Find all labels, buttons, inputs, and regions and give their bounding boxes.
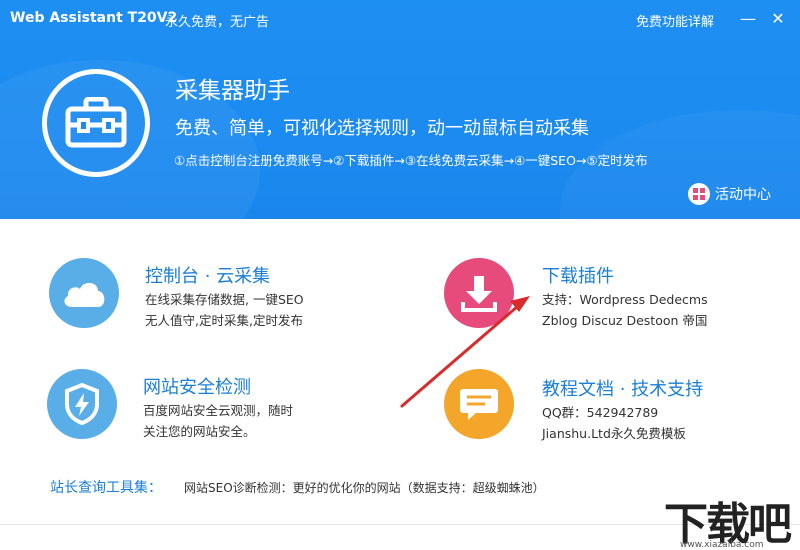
- gift-icon: [688, 183, 710, 205]
- app-window: Web Assistant T20V2 永久免费，无广告 免费功能详解 — ✕ …: [0, 0, 800, 550]
- plugin-desc-line-1: 支持：Wordpress Dedecms: [542, 292, 708, 307]
- console-desc-line-1: 在线采集存储数据, 一键SEO: [145, 292, 304, 307]
- webmaster-tools-link[interactable]: 站长查询工具集：: [50, 477, 162, 497]
- console-desc-line-2: 无人值守,定时采集,定时发布: [145, 313, 303, 328]
- shield-icon[interactable]: [47, 369, 117, 439]
- security-desc-line-1: 百度网站安全云观测，随时: [143, 403, 294, 418]
- cloud-icon[interactable]: [49, 258, 119, 328]
- close-button[interactable]: ✕: [768, 8, 788, 28]
- plugin-desc-line-2: Zblog Discuz Destoon 帝国: [542, 313, 708, 328]
- toolbox-icon: [42, 69, 150, 177]
- download-icon[interactable]: [444, 258, 514, 328]
- minimize-button[interactable]: —: [738, 8, 758, 28]
- seo-diagnosis-link[interactable]: 网站SEO诊断检测：更好的优化你的网站（数据支持：超级蜘蛛池）: [184, 479, 545, 496]
- download-plugin-link[interactable]: 下载插件: [542, 262, 614, 288]
- docs-desc-line-2: Jianshu.Ltd永久免费模板: [542, 426, 686, 441]
- hero-steps: ①点击控制台注册免费账号→②下载插件→③在线免费云采集→④一键SEO→⑤定时发布: [174, 153, 648, 168]
- feature-details-link[interactable]: 免费功能详解: [636, 11, 714, 30]
- activity-center-label: 活动中心: [715, 187, 771, 203]
- header-banner: Web Assistant T20V2 永久免费，无广告 免费功能详解 — ✕ …: [0, 0, 800, 219]
- security-desc-line-2: 关注您的网站安全。: [143, 424, 256, 439]
- app-subtitle: 永久免费，无广告: [165, 15, 270, 30]
- app-title: Web Assistant T20V2: [10, 10, 178, 26]
- watermark-url: www.xiazaiba.com: [680, 540, 764, 550]
- site-security-link[interactable]: 网站安全检测: [143, 373, 251, 399]
- docs-support-link[interactable]: 教程文档 · 技术支持: [542, 375, 703, 401]
- hero-slogan: 免费、简单，可视化选择规则，动一动鼠标自动采集: [175, 118, 589, 139]
- hero-title: 采集器助手: [175, 78, 290, 104]
- docs-desc-line-1: QQ群：542942789: [542, 405, 659, 420]
- activity-center-button[interactable]: 活动中心: [688, 183, 771, 205]
- console-cloud-link[interactable]: 控制台 · 云采集: [145, 262, 270, 288]
- chat-icon[interactable]: [444, 369, 514, 439]
